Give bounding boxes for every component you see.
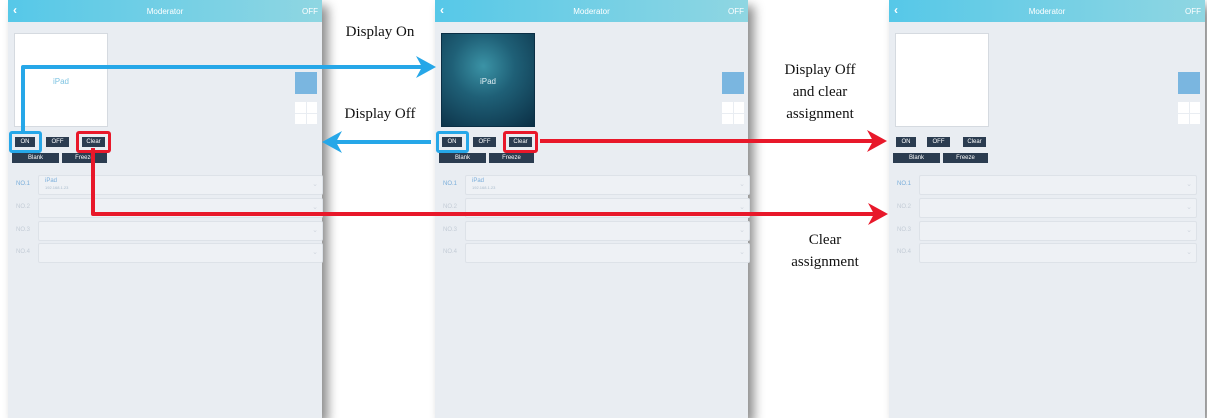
caption-line: and clear [792,84,848,100]
caption-line: assignment [786,106,854,122]
caption-clear-assignment: Clear assignment [765,229,885,273]
caption-display-off: Display Off [344,106,416,122]
caption-line: Clear [808,232,842,248]
caption-line: assignment [791,254,859,270]
clear-assignment-arrow-line [91,148,877,216]
caption-display-on: Display On [345,24,415,40]
caption-line: Display Off [784,62,856,78]
flow-arrows [21,56,888,225]
caption-display-off-clear: Display Off and clear assignment [760,59,880,125]
